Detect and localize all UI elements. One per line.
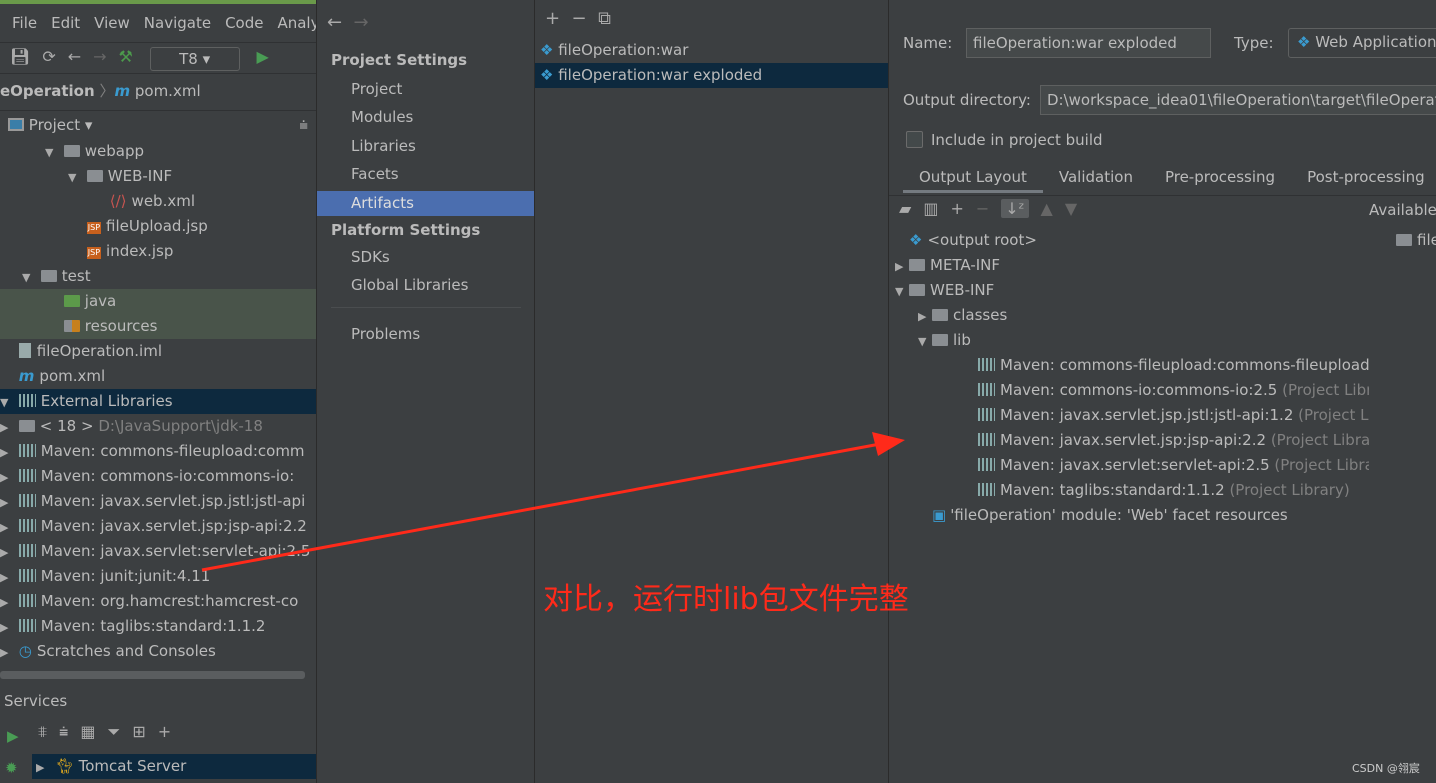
watermark: CSDN @翎宸	[1352, 762, 1420, 775]
annotation-text: 对比，运行时lib包文件完整	[543, 582, 909, 617]
annotation-arrow	[201, 432, 905, 572]
